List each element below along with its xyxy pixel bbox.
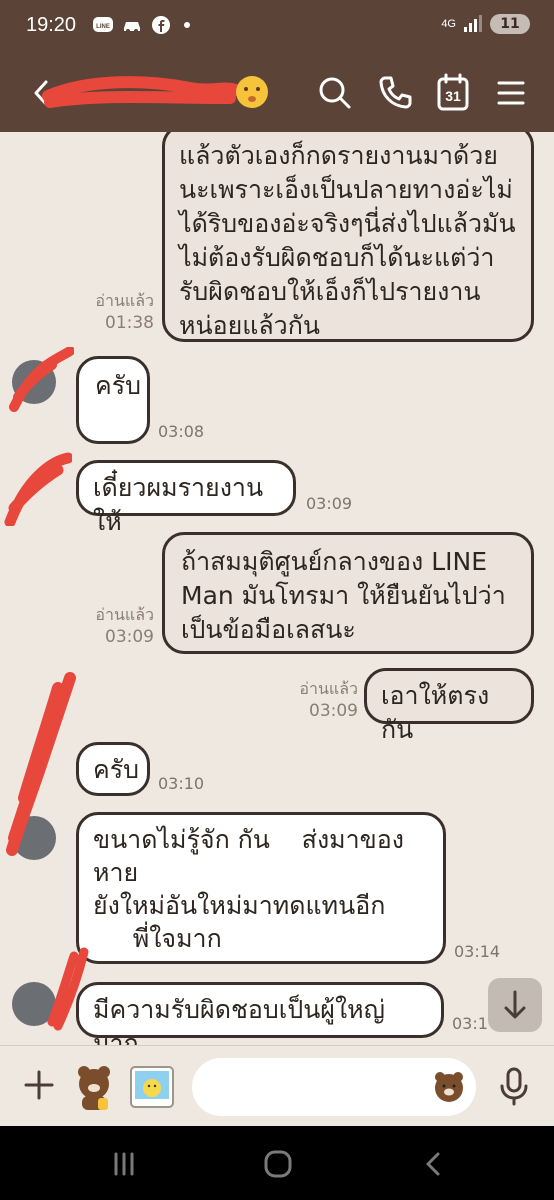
phone-icon[interactable] [374,72,416,114]
dot-icon [184,22,190,28]
message-text: เดี๋ยวผมรายงานให้ [93,473,264,536]
scroll-down-button[interactable] [488,978,542,1032]
message-line: ขนาดไม่รู้จัก กัน ส่งมาของ [93,825,404,854]
sticker-icon[interactable] [68,1060,120,1112]
message-text: แล้วตัวเองก็กดรายงานมาด้วยนะเพราะเอ็งเป็… [179,141,516,340]
message-bubble-outgoing[interactable]: เอาให้ตรงกัน [364,668,534,744]
photo-sticker-icon[interactable] [128,1064,176,1110]
home-icon[interactable] [262,1148,294,1180]
car-icon [124,22,140,33]
redaction-scribble [42,76,240,108]
message-text: ครับ [93,755,140,784]
message-text: ถ้าสมมุติศูนย์กลางของ LINE Man มันโทรมา … [181,547,506,644]
network-type: 4G [441,18,456,30]
message-bubble-incoming[interactable]: เดี๋ยวผมรายงานให้ [76,460,296,536]
message-text: ครับ [95,371,142,400]
message-meta: อ่านแล้ว 01:38 [84,290,154,334]
message-bubble-incoming[interactable]: มีความรับผิดชอบเป็นผู้ใหญ่มาก [76,982,444,1045]
status-system-icons: 4G 11 [441,14,530,34]
message-bubble-incoming[interactable]: ครับ [76,356,150,444]
message-time: 03:1 [452,1014,488,1033]
chat-header: 31 [0,54,554,132]
message-time: 03:08 [158,422,205,441]
status-notification-icons: LINE [92,15,201,35]
message-time: 03:14 [454,942,501,961]
status-time: 19:20 [26,14,77,36]
facebook-icon [152,16,170,34]
message-meta: อ่านแล้ว 03:09 [290,678,358,722]
status-bar: 19:20 LINE 4G 11 [0,0,554,54]
calendar-icon[interactable]: 31 [432,72,474,114]
menu-icon[interactable] [490,72,532,114]
read-status: อ่านแล้ว [95,291,154,310]
line-app-icon: LINE [93,17,113,32]
emoji-icon[interactable] [430,1068,468,1106]
scroll-down-icon [504,990,526,1019]
avatar[interactable] [12,816,56,860]
message-text: มีความรับผิดชอบเป็นผู้ใหญ่มาก [93,995,385,1045]
message-bubble-outgoing[interactable]: ถ้าสมมุติศูนย์กลางของ LINE Man มันโทรมา … [162,532,534,654]
message-line: ยังใหม่อันใหม่มาทดแทนอีก [93,891,386,920]
battery-indicator: 11 [490,14,530,34]
message-line: หาย [93,858,139,887]
battery-level: 11 [500,16,520,32]
message-meta: อ่านแล้ว 03:09 [84,604,154,648]
read-status: อ่านแล้ว [95,605,154,624]
svg-text:LINE: LINE [96,24,110,30]
message-bubble-incoming[interactable]: ขนาดไม่รู้จัก กัน ส่งมาของ หาย ยังใหม่อั… [76,812,446,964]
message-bubble-outgoing[interactable]: แล้วตัวเองก็กดรายงานมาด้วยนะเพราะเอ็งเป็… [162,132,534,342]
avatar[interactable] [12,982,56,1026]
message-line: พี่ใจมาก [93,924,222,953]
message-bubble-incoming[interactable]: ครับ [76,742,150,796]
redaction-scribble [4,452,72,526]
plus-icon[interactable] [22,1068,56,1102]
message-time: 01:38 [105,313,154,333]
read-status: อ่านแล้ว [299,679,358,698]
message-time: 03:09 [306,494,353,513]
search-icon[interactable] [314,72,356,114]
message-text: เอาให้ตรงกัน [381,681,490,744]
system-nav-bar [0,1126,554,1200]
message-time: 03:09 [309,701,358,721]
message-time: 03:10 [158,774,205,793]
avatar[interactable] [12,360,56,404]
emoji-face-icon [236,76,268,108]
nav-back-icon[interactable] [418,1148,450,1180]
calendar-day: 31 [445,88,461,104]
chat-area[interactable]: อ่านแล้ว 01:38 แล้วตัวเองก็กดรายงานมาด้ว… [0,132,554,1045]
message-input-bar [0,1045,554,1126]
recents-icon[interactable] [108,1148,140,1180]
signal-icon [464,15,482,32]
mic-icon[interactable] [496,1066,532,1106]
message-time: 03:09 [105,627,154,647]
